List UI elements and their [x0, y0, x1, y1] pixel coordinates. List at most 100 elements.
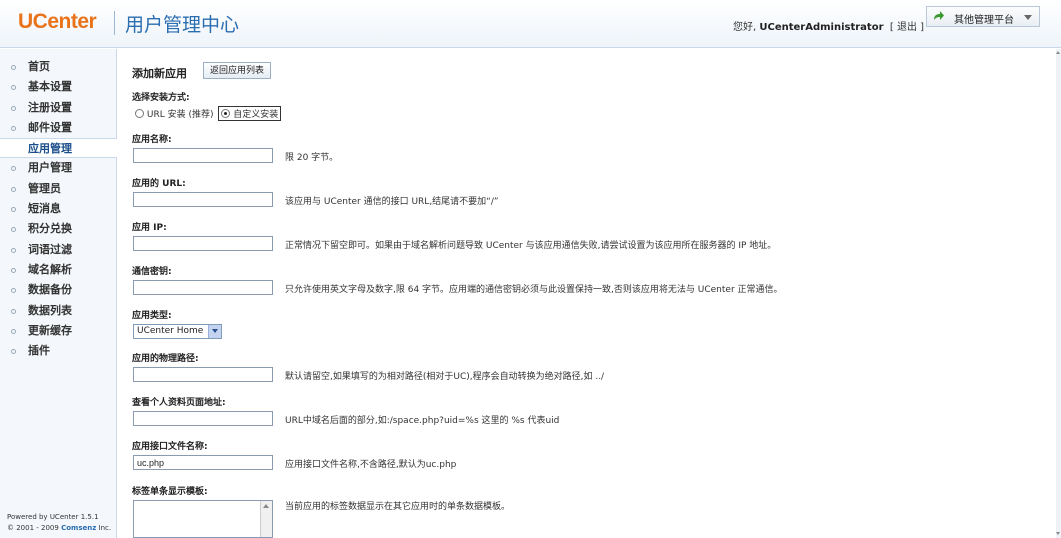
- logout-close-bracket: ]: [920, 22, 925, 33]
- bullet-icon: [11, 166, 16, 172]
- bullet-icon: [11, 308, 16, 314]
- page-title: 添加新应用: [132, 67, 187, 80]
- api-file-input[interactable]: [133, 455, 273, 470]
- select-arrow-icon[interactable]: [208, 325, 221, 338]
- footer-brand-link[interactable]: Comsenz: [61, 524, 96, 532]
- platform-label: 其他管理平台: [954, 15, 1014, 26]
- profile-url-input[interactable]: [133, 411, 273, 426]
- powered-by-footer: Powered by UCenter 1.5.1 © 2001 - 2009 C…: [7, 512, 111, 534]
- bullet-icon: [11, 65, 16, 70]
- sidebar-item[interactable]: 基本设置: [0, 77, 116, 97]
- app-path-label: 应用的物理路径:: [132, 354, 199, 364]
- share-arrow-icon: [934, 11, 944, 20]
- bullet-icon: [11, 328, 16, 334]
- footer-version: UCenter 1.5.1: [49, 513, 99, 521]
- radio-custom-install-label: 自定义安装: [233, 110, 279, 120]
- sidebar-item-label: 积分兑换: [28, 222, 72, 236]
- tag-template-hint: 当前应用的标签数据显示在其它应用时的单条数据模板。: [285, 502, 511, 512]
- footer-powered-prefix: Powered by: [7, 513, 48, 521]
- bullet-icon: [11, 227, 16, 233]
- sidebar-item[interactable]: 应用管理: [0, 138, 117, 159]
- sidebar-item[interactable]: 首页: [0, 57, 116, 77]
- header: UCenter 用户管理中心 您好, UCenterAdministrator …: [0, 0, 1061, 48]
- logo-divider: [114, 11, 115, 35]
- scroll-up-icon[interactable]: [263, 504, 269, 508]
- back-to-app-list-button[interactable]: 返回应用列表: [203, 62, 272, 79]
- comm-key-input[interactable]: [133, 280, 273, 295]
- sidebar-nav: 首页基本设置注册设置邮件设置应用管理用户管理管理员短消息积分兑换词语过滤域名解析…: [0, 57, 117, 361]
- bullet-icon: [11, 349, 16, 355]
- sidebar-item-label: 用户管理: [28, 161, 72, 175]
- sidebar-item[interactable]: 管理员: [0, 179, 116, 199]
- textarea-scrollbar[interactable]: [260, 501, 272, 537]
- logout-open-bracket: [: [889, 22, 894, 33]
- profile-url-hint: URL中域名后面的部分,如:/space.php?uid=%s 这里的 %s 代…: [285, 416, 560, 426]
- bullet-icon: [11, 288, 16, 294]
- bullet-icon: [11, 85, 16, 91]
- scroll-up-icon[interactable]: [1056, 51, 1060, 54]
- radio-url-install-label: URL 安装 (推荐): [146, 110, 214, 120]
- greeting-prefix: 您好,: [733, 22, 757, 33]
- sidebar-item-label: 数据列表: [28, 303, 72, 317]
- app-url-label: 应用的 URL:: [132, 179, 186, 189]
- logout-link[interactable]: 退出: [897, 22, 917, 33]
- tag-template-label: 标签单条显示模板:: [132, 487, 208, 497]
- sidebar-item[interactable]: 更新缓存: [0, 321, 116, 341]
- tag-template-textarea[interactable]: [133, 500, 273, 538]
- bullet-icon: [11, 186, 16, 192]
- api-file-label: 应用接口文件名称:: [132, 442, 208, 452]
- ucenter-logo[interactable]: UCenter: [18, 10, 97, 34]
- app-type-selected-value: UCenter Home: [137, 326, 204, 336]
- comm-key-label: 通信密钥:: [132, 267, 172, 277]
- sidebar: 首页基本设置注册设置邮件设置应用管理用户管理管理员短消息积分兑换词语过滤域名解析…: [0, 49, 117, 538]
- sidebar-item[interactable]: 短消息: [0, 199, 116, 219]
- sidebar-item[interactable]: 数据列表: [0, 301, 116, 321]
- app-name-label: 应用名称:: [132, 135, 172, 145]
- app-url-input[interactable]: [133, 192, 273, 207]
- sidebar-item[interactable]: 词语过滤: [0, 240, 116, 260]
- sidebar-item-label: 管理员: [28, 181, 61, 195]
- app-ip-hint: 正常情况下留空即可。如果由于域名解析问题导致 UCenter 与该应用通信失败,…: [285, 241, 777, 251]
- sidebar-item-label: 邮件设置: [28, 120, 72, 134]
- app-type-select[interactable]: UCenter Home: [133, 324, 222, 339]
- sidebar-item-label: 词语过滤: [28, 242, 72, 256]
- sidebar-item-label: 域名解析: [28, 262, 72, 276]
- sidebar-item[interactable]: 注册设置: [0, 98, 116, 118]
- bullet-icon: [11, 125, 16, 131]
- api-file-hint: 应用接口文件名称,不含路径,默认为uc.php: [285, 460, 457, 470]
- app-type-label: 应用类型:: [132, 311, 172, 321]
- chevron-down-icon: [1024, 15, 1032, 20]
- app-name-input[interactable]: [133, 148, 273, 163]
- app-path-input[interactable]: [133, 367, 273, 382]
- footer-inc: Inc.: [98, 524, 112, 532]
- profile-url-label: 查看个人资料页面地址:: [132, 398, 226, 408]
- sidebar-item[interactable]: 插件: [0, 341, 116, 361]
- sidebar-item-label: 应用管理: [28, 142, 72, 156]
- bullet-icon: [11, 247, 16, 253]
- footer-copyright: © 2001 - 2009: [7, 524, 59, 532]
- user-greeting: 您好, UCenterAdministrator [ 退出 ]: [733, 18, 924, 33]
- comm-key-hint: 只允许使用英文字母及数字,限 64 字节。应用端的通信密钥必须与此设置保持一致,…: [285, 285, 783, 295]
- other-platforms-dropdown[interactable]: 其他管理平台: [926, 6, 1040, 27]
- radio-custom-install[interactable]: [221, 109, 231, 118]
- bullet-icon: [11, 105, 16, 111]
- install-method-options: URL 安装 (推荐) 自定义安装: [135, 106, 282, 121]
- sidebar-item-label: 注册设置: [28, 100, 72, 114]
- app-ip-input[interactable]: [133, 236, 273, 251]
- sidebar-item-label: 基本设置: [28, 80, 72, 94]
- sidebar-item[interactable]: 积分兑换: [0, 219, 116, 239]
- sidebar-item[interactable]: 数据备份: [0, 280, 116, 300]
- sidebar-item[interactable]: 邮件设置: [0, 118, 116, 138]
- sidebar-item[interactable]: 用户管理: [0, 158, 116, 178]
- sidebar-item-label: 更新缓存: [28, 323, 72, 337]
- radio-url-install[interactable]: [135, 109, 144, 118]
- page-scrollbar[interactable]: [1056, 49, 1061, 538]
- scroll-down-icon[interactable]: [1056, 532, 1060, 535]
- app-path-hint: 默认请留空,如果填写的为相对路径(相对于UC),程序会自动转换为绝对路径,如 .…: [285, 372, 605, 382]
- sidebar-item-label: 短消息: [28, 202, 61, 216]
- app-url-hint: 该应用与 UCenter 通信的接口 URL,结尾请不要加“/”: [285, 197, 499, 207]
- sidebar-item[interactable]: 域名解析: [0, 260, 116, 280]
- custom-install-option[interactable]: 自定义安装: [218, 106, 282, 121]
- sidebar-item-label: 首页: [28, 60, 50, 73]
- install-method-label: 选择安装方式:: [132, 93, 190, 103]
